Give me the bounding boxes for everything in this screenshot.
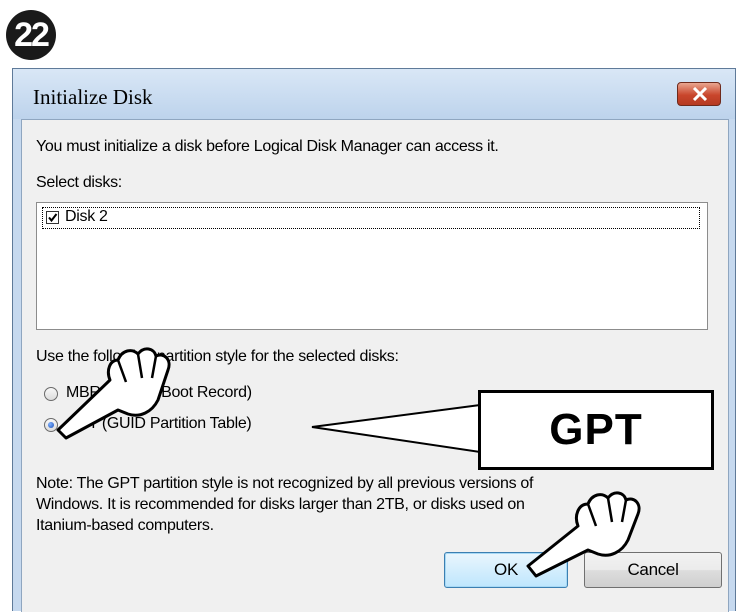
pointing-hand-icon xyxy=(56,347,171,440)
pointing-hand-icon xyxy=(526,491,641,578)
gpt-callout: GPT xyxy=(478,390,714,470)
